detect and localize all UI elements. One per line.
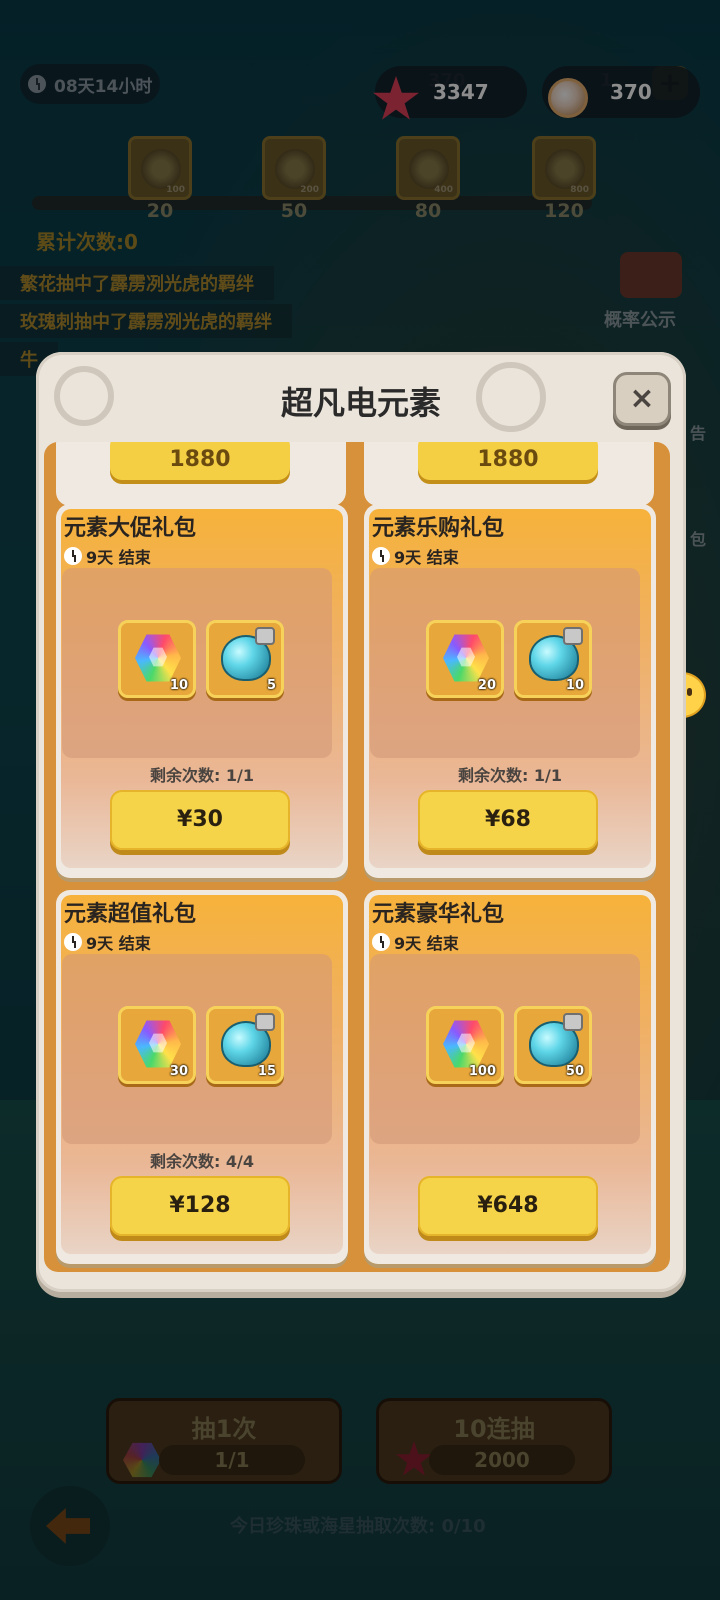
pack-items-panel: 100 50 <box>370 954 640 1144</box>
pack-timer-text: 9天 结束 <box>86 934 151 953</box>
clock-icon <box>64 933 82 951</box>
remaining-count: 剩余次数: 1/1 <box>457 766 563 785</box>
pack-card-partial: 1880 <box>56 442 346 506</box>
pack-card-partial: 1880 <box>364 442 654 506</box>
rainbow-gem-icon <box>443 634 489 682</box>
buy-button[interactable]: 1880 <box>110 442 290 480</box>
pack-card: 元素大促礼包 9天 结束 10 5 剩余次数: 1/1 ¥30 <box>56 504 348 878</box>
buy-button[interactable]: 1880 <box>418 442 598 480</box>
item-count: 10 <box>169 678 188 693</box>
item-slot[interactable]: 10 <box>118 620 196 698</box>
item-count: 30 <box>169 1064 188 1079</box>
rainbow-gem-icon <box>443 1020 489 1068</box>
item-slot[interactable]: 50 <box>514 1006 592 1084</box>
buy-button[interactable]: ¥68 <box>418 790 598 850</box>
pack-title: 元素豪华礼包 <box>372 902 505 927</box>
close-button[interactable]: × <box>613 372 671 426</box>
item-slot[interactable]: 10 <box>514 620 592 698</box>
potion-icon <box>529 627 583 681</box>
pack-timer-text: 9天 结束 <box>394 934 459 953</box>
item-slot[interactable]: 20 <box>426 620 504 698</box>
pack-items-panel: 20 10 <box>370 568 640 758</box>
pack-card: 元素豪华礼包 9天 结束 100 50 ¥648 <box>364 890 656 1264</box>
pack-timer: 9天 结束 <box>64 930 151 954</box>
item-count: 5 <box>266 678 276 693</box>
item-slot[interactable]: 30 <box>118 1006 196 1084</box>
buy-button[interactable]: ¥128 <box>110 1176 290 1236</box>
potion-icon <box>529 1013 583 1067</box>
remaining-count: 剩余次数: 4/4 <box>149 1152 255 1171</box>
clock-icon <box>372 547 390 565</box>
potion-icon <box>221 627 275 681</box>
buy-button[interactable]: ¥30 <box>110 790 290 850</box>
potion-icon <box>221 1013 275 1067</box>
rainbow-gem-icon <box>135 1020 181 1068</box>
buy-button[interactable]: ¥648 <box>418 1176 598 1236</box>
item-count: 20 <box>477 678 496 693</box>
item-count: 100 <box>468 1064 496 1079</box>
pack-title: 元素超值礼包 <box>64 902 197 927</box>
item-slot[interactable]: 5 <box>206 620 284 698</box>
pack-card: 元素乐购礼包 9天 结束 20 10 剩余次数: 1/1 ¥68 <box>364 504 656 878</box>
pack-card: 元素超值礼包 9天 结束 30 15 剩余次数: 4/4 ¥128 <box>56 890 348 1264</box>
remaining-count: 剩余次数: 1/1 <box>149 766 255 785</box>
rainbow-gem-icon <box>135 634 181 682</box>
pack-timer-text: 9天 结束 <box>86 548 151 567</box>
pack-timer: 9天 结束 <box>64 544 151 568</box>
pack-title: 元素乐购礼包 <box>372 516 505 541</box>
item-count: 10 <box>565 678 584 693</box>
item-slot[interactable]: 100 <box>426 1006 504 1084</box>
pack-timer: 9天 结束 <box>372 544 459 568</box>
modal-title: 超凡电元素 <box>280 384 441 422</box>
pack-items-panel: 10 5 <box>62 568 332 758</box>
item-count: 50 <box>565 1064 584 1079</box>
item-count: 15 <box>257 1064 276 1079</box>
pack-grid: 1880 1880 元素大促礼包 9天 结束 10 5 剩余次数: 1/1 ¥3… <box>44 442 670 1272</box>
pack-timer-text: 9天 结束 <box>394 548 459 567</box>
pack-title: 元素大促礼包 <box>64 516 197 541</box>
clock-icon <box>64 547 82 565</box>
clock-icon <box>372 933 390 951</box>
pack-timer: 9天 结束 <box>372 930 459 954</box>
pack-items-panel: 30 15 <box>62 954 332 1144</box>
item-slot[interactable]: 15 <box>206 1006 284 1084</box>
gift-pack-modal: 超凡电元素 × 1880 1880 元素大促礼包 9天 结束 10 5 剩余次数… <box>36 352 686 1292</box>
